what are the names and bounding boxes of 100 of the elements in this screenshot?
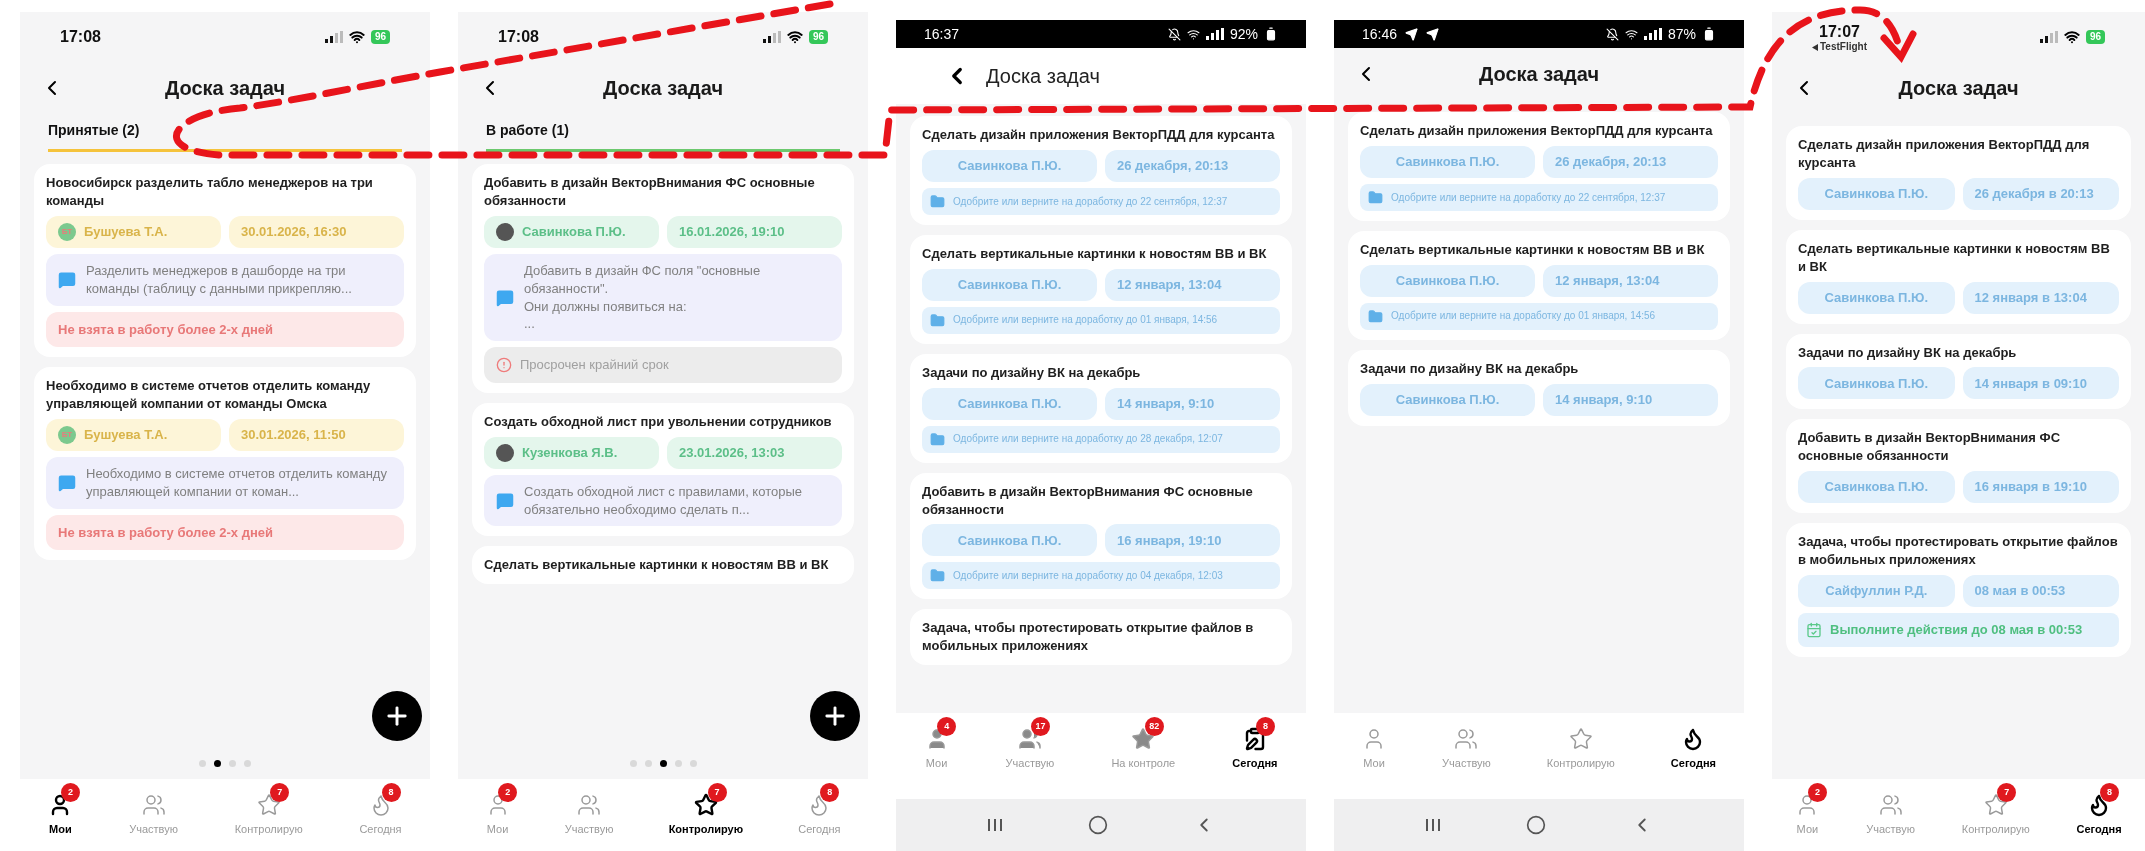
task-title: Сделать вертикальные картинки к новостям ВВ и ВК	[922, 244, 1268, 263]
back-to-app-link[interactable]: TestFlight	[1812, 42, 1868, 52]
task-card[interactable]: Сделать вертикальные картинки к новостям ВВ и ВК Савинкова П.Ю. 12 января, 13:04 Одобрите или верните на доработку до 01 января, 14:56	[910, 234, 1292, 344]
assignee-name: Бушуева Т.А.	[84, 223, 168, 241]
count-badge: 2	[1808, 783, 1827, 802]
assignee-name: Сайфуллин Р.Д.	[1825, 582, 1928, 601]
battery-indicator: 96	[808, 30, 828, 44]
mute-icon	[1167, 27, 1181, 41]
status-time: 16:46	[1362, 24, 1398, 44]
recent-apps-icon[interactable]	[1424, 817, 1441, 833]
task-title: Необходимо в системе отчетов отделить команду управляющей компании от команды Омска	[46, 377, 372, 413]
assignee-name: Савинкова П.Ю.	[1824, 185, 1928, 203]
task-card[interactable]: Сделать дизайн приложения ВекторПДД для курсанта Савинкова П.Ю. 26 декабря в 20:13	[1786, 126, 2131, 220]
status-time: 16:37	[924, 24, 960, 44]
task-title: Сделать вертикальные картинки к новостям ВВ и ВК	[1360, 240, 1706, 259]
task-card[interactable]: Задачи по дизайну ВК на декабрь Савинкова П.Ю. 14 января, 9:10	[1348, 349, 1730, 426]
count-badge: 7	[1997, 783, 2017, 802]
assignee-name: Савинкова П.Ю.	[1824, 374, 1928, 393]
task-title: Задача, чтобы протестировать открытие файлов в мобильных приложениях	[922, 619, 1255, 656]
status-tab[interactable]: Принятые (2)	[48, 120, 140, 149]
task-card[interactable]: Сделать вертикальные картинки к новостям ВВ и ВК Савинкова П.Ю. 12 января в 13:04	[1786, 229, 2131, 324]
recent-apps-icon[interactable]	[986, 817, 1003, 833]
wifi-icon	[1186, 27, 1200, 41]
speech-bubble-icon	[58, 473, 76, 492]
home-icon[interactable]	[1526, 815, 1546, 835]
task-card[interactable]: Задача, чтобы протестировать открытие файлов в мобильных приложениях Сайфуллин Р.Д. 08 мая в 00:53 Выполните действия до 08 мая в 00:53	[1786, 523, 2131, 657]
nav-tab[interactable]: 82 На контроле	[1107, 717, 1180, 772]
due-date-chip: 23.01.2026, 13:03	[667, 436, 842, 469]
add-button[interactable]	[810, 691, 860, 741]
due-date-chip: 14 января, 9:10	[1105, 387, 1280, 420]
task-card[interactable]: Сделать дизайн приложения ВекторПДД для курсанта Савинкова П.Ю. 26 декабря, 20:13 Одобрите или верните на доработку до 22 сентября, 12:37	[910, 116, 1292, 225]
task-card[interactable]: Создать обходной лист при увольнении сотрудников Кузенкова Я.В. 23.01.2026, 13:03 Создать обходной лист с правилами, которые обязательно необходимо сделать п...	[472, 402, 854, 537]
battery-indicator: 96	[2085, 30, 2105, 44]
task-title: Сделать вертикальные картинки к новостям ВВ и ВК	[1798, 239, 2111, 276]
people-icon	[1878, 793, 1903, 817]
task-card[interactable]: Новосибирск разделить табло менеджеров на три команды БТ Бушуева Т.А. 30.01.2026, 16:30 Разделить менеджеров в дашборде на три команды (таблицу с данными прикрепляю... Не взята в работу более 2-х дней	[34, 164, 416, 357]
nav-tab[interactable]: 7 Контролирую	[664, 783, 748, 838]
nav-tab[interactable]: Сегодня	[1666, 717, 1720, 772]
people-icon	[141, 793, 166, 817]
star-icon	[1983, 793, 2008, 817]
overdue-text: Просрочен крайний срок	[520, 356, 669, 375]
task-card[interactable]: Задача, чтобы протестировать открытие файлов в мобильных приложениях	[910, 609, 1292, 666]
count-badge: 2	[61, 783, 80, 802]
nav-tab[interactable]: 8 Сегодня	[794, 783, 845, 838]
task-card[interactable]: Задачи по дизайну ВК на декабрь Савинкова П.Ю. 14 января, 9:10 Одобрите или верните на доработку до 28 декабря, 12:07	[910, 353, 1292, 463]
people-icon	[1017, 727, 1042, 751]
task-title: Задачи по дизайну ВК на декабрь	[1798, 343, 2018, 362]
deadline-text: Одобрите или верните на доработку до 22 сентября, 12:37	[953, 194, 1228, 209]
count-badge: 8	[2100, 783, 2120, 802]
assignee-name: Савинкова П.Ю.	[522, 223, 626, 241]
folder-icon	[930, 312, 945, 328]
due-date-chip: 12 января в 13:04	[1962, 281, 2119, 314]
assignee-name: Савинкова П.Ю.	[1395, 390, 1500, 409]
nav-tab[interactable]: 8 Сегодня	[1228, 717, 1282, 772]
assignee-name: Савинкова П.Ю.	[957, 531, 1062, 550]
task-card[interactable]: Сделать вертикальные картинки к новостям ВВ и ВК Савинкова П.Ю. 12 января, 13:04 Одобрите или верните на доработку до 01 января, 14:56	[1348, 230, 1730, 340]
task-title: Задача, чтобы протестировать открытие файлов в мобильных приложениях	[1798, 533, 2119, 569]
count-badge: 2	[498, 783, 518, 802]
assignee-name: Савинкова П.Ю.	[957, 394, 1062, 413]
speech-bubble-icon	[496, 288, 514, 307]
task-card[interactable]	[34, 367, 416, 560]
nav-tab[interactable]: 17 Участвую	[1001, 717, 1059, 772]
task-card[interactable]: Добавить в дизайн ВекторВнимания ФС основные обязанности Савинкова П.Ю. 16 января в 19:10	[1786, 419, 2131, 514]
deadline-text: Одобрите или верните на доработку до 01 января, 14:56	[1391, 309, 1656, 324]
calendar-check-icon	[1806, 621, 1822, 638]
task-title: Сделать дизайн приложения ВекторПДД для курсанта	[1798, 136, 2091, 172]
due-date-chip: 08 мая в 00:53	[1962, 574, 2119, 607]
signal-icon	[1643, 28, 1662, 40]
assignee-name: Савинкова П.Ю.	[1395, 153, 1500, 172]
nav-tab[interactable]: 8 Сегодня	[2072, 783, 2126, 838]
avatar-photo-placeholder	[496, 222, 514, 241]
task-card[interactable]: Сделать вертикальные картинки к новостям ВВ и ВК	[472, 546, 854, 585]
task-card[interactable]: Задачи по дизайну ВК на декабрь Савинкова П.Ю. 14 января в 09:10	[1786, 333, 2131, 410]
assignee-name: Савинкова П.Ю.	[957, 157, 1062, 176]
folder-icon	[1368, 308, 1383, 324]
count-badge: 8	[1255, 717, 1275, 736]
wifi-icon	[348, 29, 365, 45]
nav-tab[interactable]: 7 Контролирую	[230, 783, 307, 838]
task-card[interactable]: Сделать дизайн приложения ВекторПДД для курсанта Савинкова П.Ю. 26 декабря, 20:13 Одобрите или верните на доработку до 22 сентября, 12:37	[1348, 112, 1730, 221]
comment-text: Добавить в дизайн ФС поля "основные обязанности". Они должны появиться на: ...	[524, 261, 762, 334]
nav-tab[interactable]: 8 Сегодня	[355, 783, 406, 838]
assignee-name: Бушуева Т.А.	[84, 426, 168, 444]
folder-icon	[1368, 189, 1383, 205]
nav-tab[interactable]: 2 Мои	[1791, 783, 1824, 838]
paper-plane-icon	[1405, 27, 1419, 41]
nav-tab[interactable]: 7 Контролирую	[1957, 783, 2034, 838]
home-icon[interactable]	[1088, 815, 1108, 835]
count-badge: 17	[1031, 717, 1051, 736]
add-button[interactable]	[372, 691, 422, 741]
battery-icon	[1264, 27, 1278, 41]
task-title: Сделать вертикальные картинки к новостям ВВ и ВК	[484, 556, 830, 575]
nav-tab[interactable]: 2 Мои	[44, 783, 77, 838]
screen-title: Доска задач	[602, 76, 724, 101]
count-badge: 8	[820, 783, 840, 802]
task-card[interactable]: Добавить в дизайн ВекторВнимания ФС основные обязанности Савинкова П.Ю. 16 января, 19:10 Одобрите или верните на доработку до 04 декабря, 12:03	[910, 472, 1292, 600]
status-tab[interactable]: В работе (1)	[486, 120, 569, 149]
due-date-chip: 12 января, 13:04	[1105, 268, 1280, 301]
task-title: Добавить в дизайн ВекторВнимания ФС основные обязанности	[484, 174, 816, 210]
status-time: 17:08	[60, 27, 101, 47]
task-card[interactable]: Добавить в дизайн ВекторВнимания ФС основные обязанности Савинкова П.Ю. 16.01.2026, 19:10 Добавить в дизайн ФС поля "основные обязанности". Они должны появиться на: ... Просрочен крайний срок	[472, 164, 854, 393]
